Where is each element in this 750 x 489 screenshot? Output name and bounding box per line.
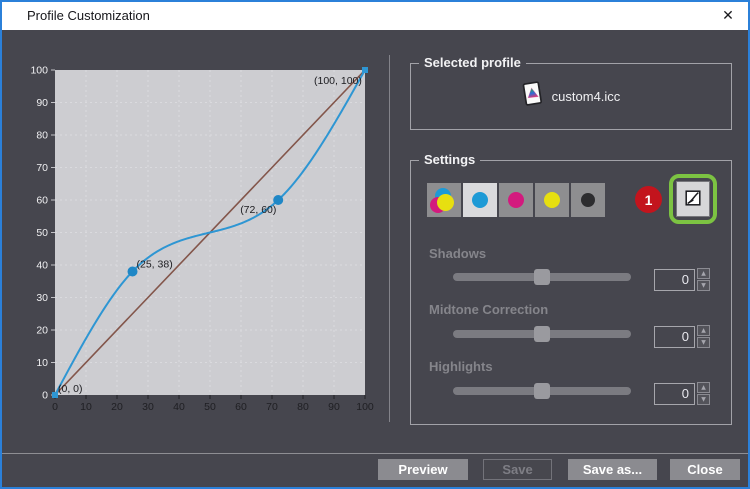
profile-customization-dialog: Profile Customization ✕ 0 10 20 30 40 50 60 70 8… [0,0,750,489]
svg-text:(0, 0): (0, 0) [58,383,83,395]
settings-group: Settings 1 Shadows 0 ▲ ▼ Midtone Correct… [410,152,732,425]
icc-profile-icon [522,80,543,113]
spin-down-icon[interactable]: ▼ [697,280,710,291]
svg-text:60: 60 [235,401,247,413]
svg-text:20: 20 [111,401,123,413]
midtone-label: Midtone Correction [429,302,549,317]
settings-group-label: Settings [419,152,481,167]
midtone-value-field[interactable]: 0 [654,326,695,348]
svg-text:40: 40 [173,401,185,413]
svg-text:20: 20 [36,325,48,337]
highlights-spinner: ▲ ▼ [697,382,710,405]
shadows-spinner: ▲ ▼ [697,268,710,291]
channel-button-cyan[interactable] [463,183,497,217]
midtone-slider-thumb[interactable] [534,326,550,342]
highlights-slider-thumb[interactable] [534,383,550,399]
svg-text:0: 0 [42,390,48,402]
svg-text:90: 90 [328,401,340,413]
shadows-label: Shadows [429,246,487,261]
magenta-dot-icon [508,192,524,208]
midtone-slider[interactable] [453,326,631,342]
shadows-slider[interactable] [453,269,631,285]
highlights-label: Highlights [429,359,493,374]
spin-down-icon[interactable]: ▼ [697,337,710,348]
svg-text:(72, 60): (72, 60) [240,204,276,216]
channel-button-row [427,183,605,217]
shadows-slider-thumb[interactable] [534,269,550,285]
svg-text:70: 70 [266,401,278,413]
channel-button-magenta[interactable] [499,183,533,217]
svg-text:90: 90 [36,97,48,109]
spin-up-icon[interactable]: ▲ [697,268,710,279]
svg-text:80: 80 [297,401,309,413]
save-button[interactable]: Save [483,459,552,480]
svg-text:100: 100 [356,401,374,413]
curve-button-highlight [669,174,717,224]
svg-text:50: 50 [204,401,216,413]
black-dot-icon [581,193,595,207]
yellow-dot-icon [544,192,560,208]
svg-text:60: 60 [36,195,48,207]
window-title: Profile Customization [27,8,150,23]
tone-curve-plot[interactable]: 0 10 20 30 40 50 60 70 80 90 100 0 10 20 30 40 50 60 70 80 9… [2,30,402,457]
channel-button-black[interactable] [571,183,605,217]
svg-text:50: 50 [36,227,48,239]
svg-text:70: 70 [36,162,48,174]
profile-file-name: custom4.icc [551,89,621,104]
curve-icon [685,189,701,209]
close-button[interactable]: ✕ [710,2,746,29]
profile-row: custom4.icc [411,64,731,129]
midtone-spinner: ▲ ▼ [697,325,710,348]
svg-text:10: 10 [36,357,48,369]
cyan-dot-icon [472,192,488,208]
svg-text:100: 100 [30,65,48,77]
footer-separator [2,453,748,454]
highlights-slider[interactable] [453,383,631,399]
custom-curve-button[interactable] [676,181,710,217]
shadows-value-field[interactable]: 0 [654,269,695,291]
channel-button-yellow[interactable] [535,183,569,217]
spin-down-icon[interactable]: ▼ [697,394,710,405]
close-dialog-button[interactable]: Close [670,459,740,480]
svg-text:80: 80 [36,130,48,142]
svg-text:(25, 38): (25, 38) [137,259,173,271]
svg-text:10: 10 [80,401,92,413]
spin-up-icon[interactable]: ▲ [697,382,710,393]
title-bar: Profile Customization ✕ [2,2,748,30]
save-as-button[interactable]: Save as... [568,459,657,480]
channel-button-all-cmy[interactable] [427,183,461,217]
svg-text:(100, 100): (100, 100) [314,75,362,87]
tone-curve-chart[interactable]: 0 10 20 30 40 50 60 70 80 90 100 0 10 20 30 40 50 60 70 80 9… [2,30,402,457]
spin-up-icon[interactable]: ▲ [697,325,710,336]
panel-separator [389,55,390,422]
selected-profile-group: Selected profile custom4.icc [410,55,732,130]
svg-text:30: 30 [36,292,48,304]
close-icon: ✕ [722,7,734,23]
preview-button[interactable]: Preview [378,459,468,480]
svg-text:40: 40 [36,260,48,272]
highlights-value-field[interactable]: 0 [654,383,695,405]
svg-text:30: 30 [142,401,154,413]
svg-text:0: 0 [52,401,58,413]
annotation-badge-1: 1 [635,186,662,213]
